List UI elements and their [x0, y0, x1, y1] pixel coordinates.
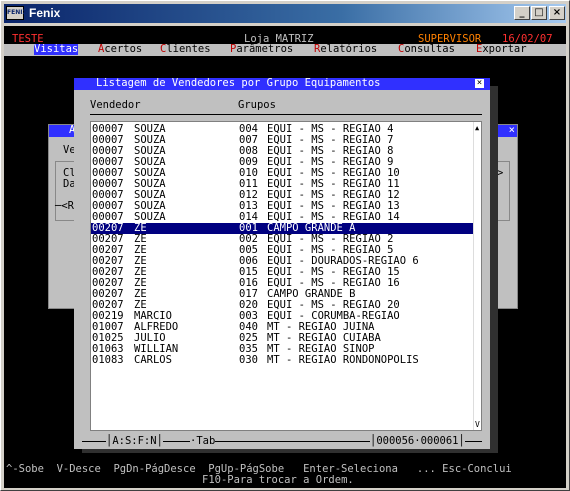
listing-titlebar[interactable]: Listagem de Vendedores por Grupo Equipam… — [74, 78, 490, 90]
app-window: FENIX Fenix _ □ × TESTE Loja MATRIZ SUPE… — [0, 0, 570, 491]
menu-label: arâmetros — [236, 43, 294, 55]
table-row[interactable]: 01083 CARLOS 030 MT - REGIAO RONDONOPOLIS — [91, 354, 481, 366]
menu-label: onsultas — [404, 43, 455, 55]
menu-label: certos — [104, 43, 143, 55]
cell-grp: 030 — [239, 354, 258, 366]
listing-close-icon[interactable]: × — [475, 79, 484, 88]
console-area: TESTE Loja MATRIZ SUPERVISOR 16/02/07 Vi… — [4, 26, 566, 488]
menu-item-clientes[interactable]: Clientes — [160, 44, 211, 55]
background-dialog-return: ─<R — [55, 200, 74, 212]
minimize-button[interactable]: _ — [514, 6, 530, 20]
menu-label: lientes — [166, 43, 211, 55]
cell-nome: CARLOS — [134, 354, 172, 366]
order-hint: F10-Para trocar a Ordem. — [202, 474, 354, 486]
scroll-down-icon[interactable]: V — [475, 419, 480, 430]
menu-item-parametros[interactable]: Parâmetros — [230, 44, 293, 55]
menu-label: xportar — [482, 43, 527, 55]
menu-item-consultas[interactable]: Consultas — [398, 44, 455, 55]
menu-label: isitas — [40, 43, 79, 55]
listing-shadow-right — [490, 86, 498, 453]
column-header-vendedor: Vendedor — [90, 99, 141, 111]
window-title: Fenix — [29, 6, 61, 20]
cell-desc: MT - REGIAO RONDONOPOLIS — [267, 354, 419, 366]
menu-bar: Visitas Acertos Clientes Parâmetros Relatóri… — [4, 44, 566, 56]
column-header-grupos: Grupos — [238, 99, 276, 111]
menu-item-acertos[interactable]: Acertos — [98, 44, 142, 55]
header-rule — [90, 114, 482, 115]
close-button[interactable]: × — [549, 6, 565, 20]
status-count: │000056·000061│ — [370, 435, 465, 447]
cell-cod: 01083 — [92, 354, 124, 366]
vendor-group-list[interactable]: 00007 SOUZA 004 EQUI - MS - REGIAO 4 00007 SO… — [90, 121, 482, 431]
listing-title: Listagem de Vendedores por Grupo Equipam… — [96, 77, 381, 89]
listing-status-line: │A:S:F:N│ ·Tab │000056·000061│ — [82, 436, 482, 448]
listing-window: Listagem de Vendedores por Grupo Equipam… — [74, 78, 490, 449]
background-dialog-close-icon: × — [508, 124, 515, 136]
menu-label: elatórios — [320, 43, 378, 55]
menu-item-relatorios[interactable]: Relatórios — [314, 44, 377, 55]
menu-item-visitas[interactable]: Visitas — [34, 43, 79, 55]
vertical-scrollbar[interactable]: ▲ V — [473, 122, 481, 430]
fenix-app-icon[interactable]: FENIX — [6, 6, 27, 20]
menu-item-exportar[interactable]: Exportar — [476, 44, 527, 55]
scroll-up-icon[interactable]: ▲ — [475, 123, 479, 134]
status-tab: ·Tab — [190, 435, 216, 447]
maximize-button[interactable]: □ — [531, 6, 547, 20]
title-bar[interactable]: FENIX Fenix _ □ × — [4, 4, 566, 23]
status-mode: │A:S:F:N│ — [106, 435, 163, 447]
